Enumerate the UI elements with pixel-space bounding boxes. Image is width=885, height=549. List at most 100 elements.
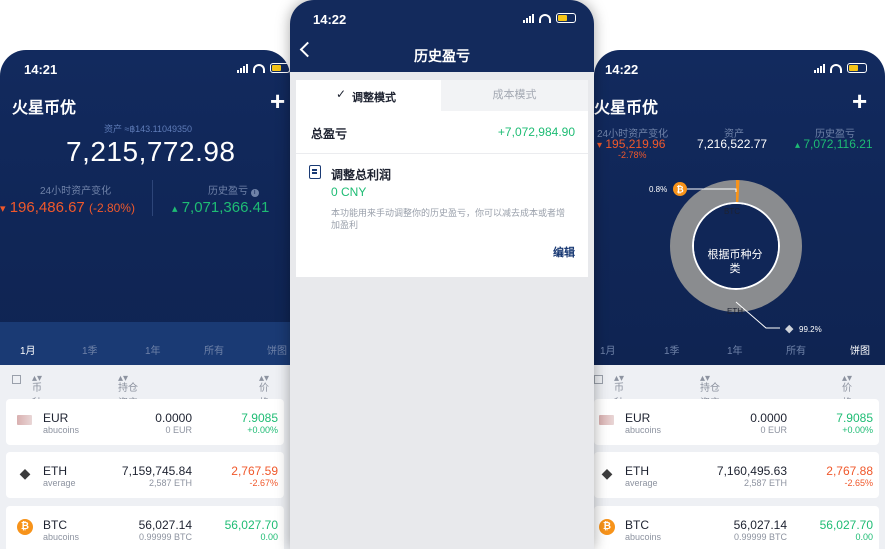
status-time: 14:22	[313, 12, 347, 27]
period-tabs: 1月 1季 1年 所有 饼图	[594, 342, 885, 360]
price-change: +0.00%	[842, 425, 873, 435]
change-row: ▾ 196,486.67 (-2.80%)	[0, 199, 135, 216]
eth-icon: ◆	[601, 465, 613, 481]
eth-slice-label: ETH	[727, 307, 743, 316]
col-price[interactable]: 价格 ▴▾	[259, 373, 269, 409]
svg-text:₿: ₿	[676, 185, 683, 196]
table-row[interactable]: ◆ ETH average 7,159,745.84 2,587 ETH 2,7…	[6, 452, 284, 498]
middle-phone: 14:22 历史盈亏 ✓ 调整模式 成本模式 总盈亏 +7,072,984.90	[290, 0, 594, 549]
price-change: -2.67%	[249, 478, 278, 488]
status-time: 14:22	[605, 62, 639, 77]
history-label-group[interactable]: 历史盈亏 i	[208, 182, 259, 197]
history-row: ▴ 7,071,366.41	[172, 199, 269, 216]
col-price[interactable]: 价格 ▴▾	[842, 373, 852, 409]
tab-adjust-label: 调整模式	[352, 92, 396, 104]
svg-text:◆: ◆	[785, 322, 794, 335]
assets-value: 7,216,522.77	[697, 137, 768, 151]
coin-source: abucoins	[625, 532, 662, 542]
price-change: 0.00	[855, 532, 873, 542]
add-button[interactable]: +	[270, 88, 285, 114]
table-row[interactable]: ◆ ETH average 7,160,495.63 2,587 ETH 2,7…	[594, 452, 879, 498]
signal-icon	[814, 63, 825, 73]
table-row[interactable]: ₿ BTC abucoins 56,027.14 0.99999 BTC 56,…	[594, 506, 879, 549]
adjust-description: 本功能用来手动调整你的历史盈亏，你可以减去成本或者增加盈利	[331, 208, 566, 230]
edit-button[interactable]: 编辑	[553, 244, 575, 260]
change-percent: (-2.80%)	[88, 201, 135, 215]
holding-amount: 0.99999 BTC	[733, 532, 787, 542]
table-row[interactable]: ₿ BTC abucoins 56,027.14 0.99999 BTC 56,…	[6, 506, 284, 549]
signal-icon	[523, 13, 534, 23]
copy-icon[interactable]	[12, 375, 21, 384]
tab-1m[interactable]: 1月	[600, 342, 616, 357]
copy-icon[interactable]	[594, 375, 603, 384]
coin-source: average	[625, 478, 658, 488]
price-value: 7.9085	[241, 411, 278, 425]
status-bar: 14:21	[0, 50, 290, 84]
col-coin[interactable]: 币种 ▴▾	[32, 373, 42, 409]
status-bar: 14:22	[594, 50, 885, 84]
history-value: 7,071,366.41	[181, 199, 270, 216]
history-value: 7,072,116.21	[803, 137, 873, 151]
up-arrow-icon: ▴	[795, 140, 801, 151]
coin-name: EUR	[625, 411, 651, 425]
app-title: 火星币优	[12, 100, 77, 117]
tab-1q[interactable]: 1季	[664, 342, 680, 357]
eth-percent: 99.2%	[799, 325, 822, 334]
table-row[interactable]: EUR abucoins 0.0000 0 EUR 7.9085 +0.00%	[594, 399, 879, 445]
price-value: 7.9085	[836, 411, 873, 425]
right-phone: 14:22 火星币优 + 24小时资产变化 ▾ 195,219.96 -2.78…	[594, 50, 885, 549]
change-value: 196,486.67	[9, 199, 85, 216]
coin-name: ETH	[625, 464, 649, 478]
coin-name: EUR	[43, 411, 69, 425]
col-coin[interactable]: 币种 ▴▾	[614, 373, 624, 409]
divider	[296, 153, 588, 154]
table-header: 币种 ▴▾ 持仓资产(CNY) ▴▾ 价格 ▴▾	[0, 367, 290, 420]
col-holding[interactable]: 持仓资产(CNY) ▴▾	[118, 373, 146, 420]
tab-cost-mode[interactable]: 成本模式	[441, 80, 588, 111]
donut-center-label[interactable]: 根据币种分类	[705, 248, 765, 276]
coin-source: abucoins	[625, 425, 662, 435]
btc-percent: 0.8%	[649, 185, 668, 194]
tab-all[interactable]: 所有	[204, 342, 224, 357]
tab-pie[interactable]: 饼图	[267, 342, 287, 357]
tab-1m[interactable]: 1月	[20, 342, 36, 357]
total-label: 总盈亏	[311, 127, 348, 141]
holding-value: 56,027.14	[138, 518, 192, 532]
status-icons	[523, 12, 576, 24]
status-time: 14:21	[24, 62, 58, 77]
table-header: 币种 ▴▾ 持仓资产(CNY) ▴▾ 价格 ▴▾	[594, 367, 885, 420]
info-icon[interactable]: i	[250, 189, 259, 197]
tab-1y[interactable]: 1年	[727, 342, 743, 357]
tab-all[interactable]: 所有	[786, 342, 806, 357]
holding-value: 0.0000	[750, 411, 787, 425]
wifi-icon	[830, 63, 842, 73]
assets-label: 资产 ≈฿143.11049350	[104, 124, 193, 134]
holding-value: 0.0000	[155, 411, 192, 425]
coin-name: BTC	[43, 518, 67, 532]
total-value: +7,072,984.90	[497, 125, 575, 139]
col-holding[interactable]: 持仓资产(CNY) ▴▾	[700, 373, 728, 420]
change-value: 195,219.96	[605, 137, 666, 151]
left-phone: 14:21 火星币优 + 资产 ≈฿143.11049350 7,215,772…	[0, 50, 290, 549]
adjust-title: 调整总利润	[331, 168, 392, 182]
period-tabs: 1月 1季 1年 所有 饼图	[0, 342, 290, 360]
change-percent: -2.78%	[618, 150, 647, 160]
price-change: -2.65%	[844, 478, 873, 488]
wifi-icon	[539, 13, 551, 23]
holding-value: 7,160,495.63	[716, 464, 787, 478]
table-row[interactable]: EUR abucoins 0.0000 0 EUR 7.9085 +0.00%	[6, 399, 284, 445]
holding-amount: 2,587 ETH	[743, 478, 787, 488]
tab-pie[interactable]: 饼图	[850, 342, 870, 357]
tab-adjust-mode[interactable]: ✓ 调整模式	[296, 80, 441, 111]
history-row: ▴ 7,072,116.21	[795, 137, 873, 151]
price-change: 0.00	[260, 532, 278, 542]
eth-icon: ◆	[19, 465, 31, 481]
tab-1y[interactable]: 1年	[145, 342, 161, 357]
btc-icon: ₿	[17, 519, 33, 535]
tab-1q[interactable]: 1季	[82, 342, 98, 357]
up-arrow-icon: ▴	[172, 203, 178, 215]
profit-card: 总盈亏 +7,072,984.90 调整总利润 0 CNY 本功能用来手动调整你…	[296, 111, 588, 277]
price-value: 2,767.59	[231, 464, 278, 478]
add-button[interactable]: +	[852, 88, 867, 114]
price-value: 2,767.88	[826, 464, 873, 478]
